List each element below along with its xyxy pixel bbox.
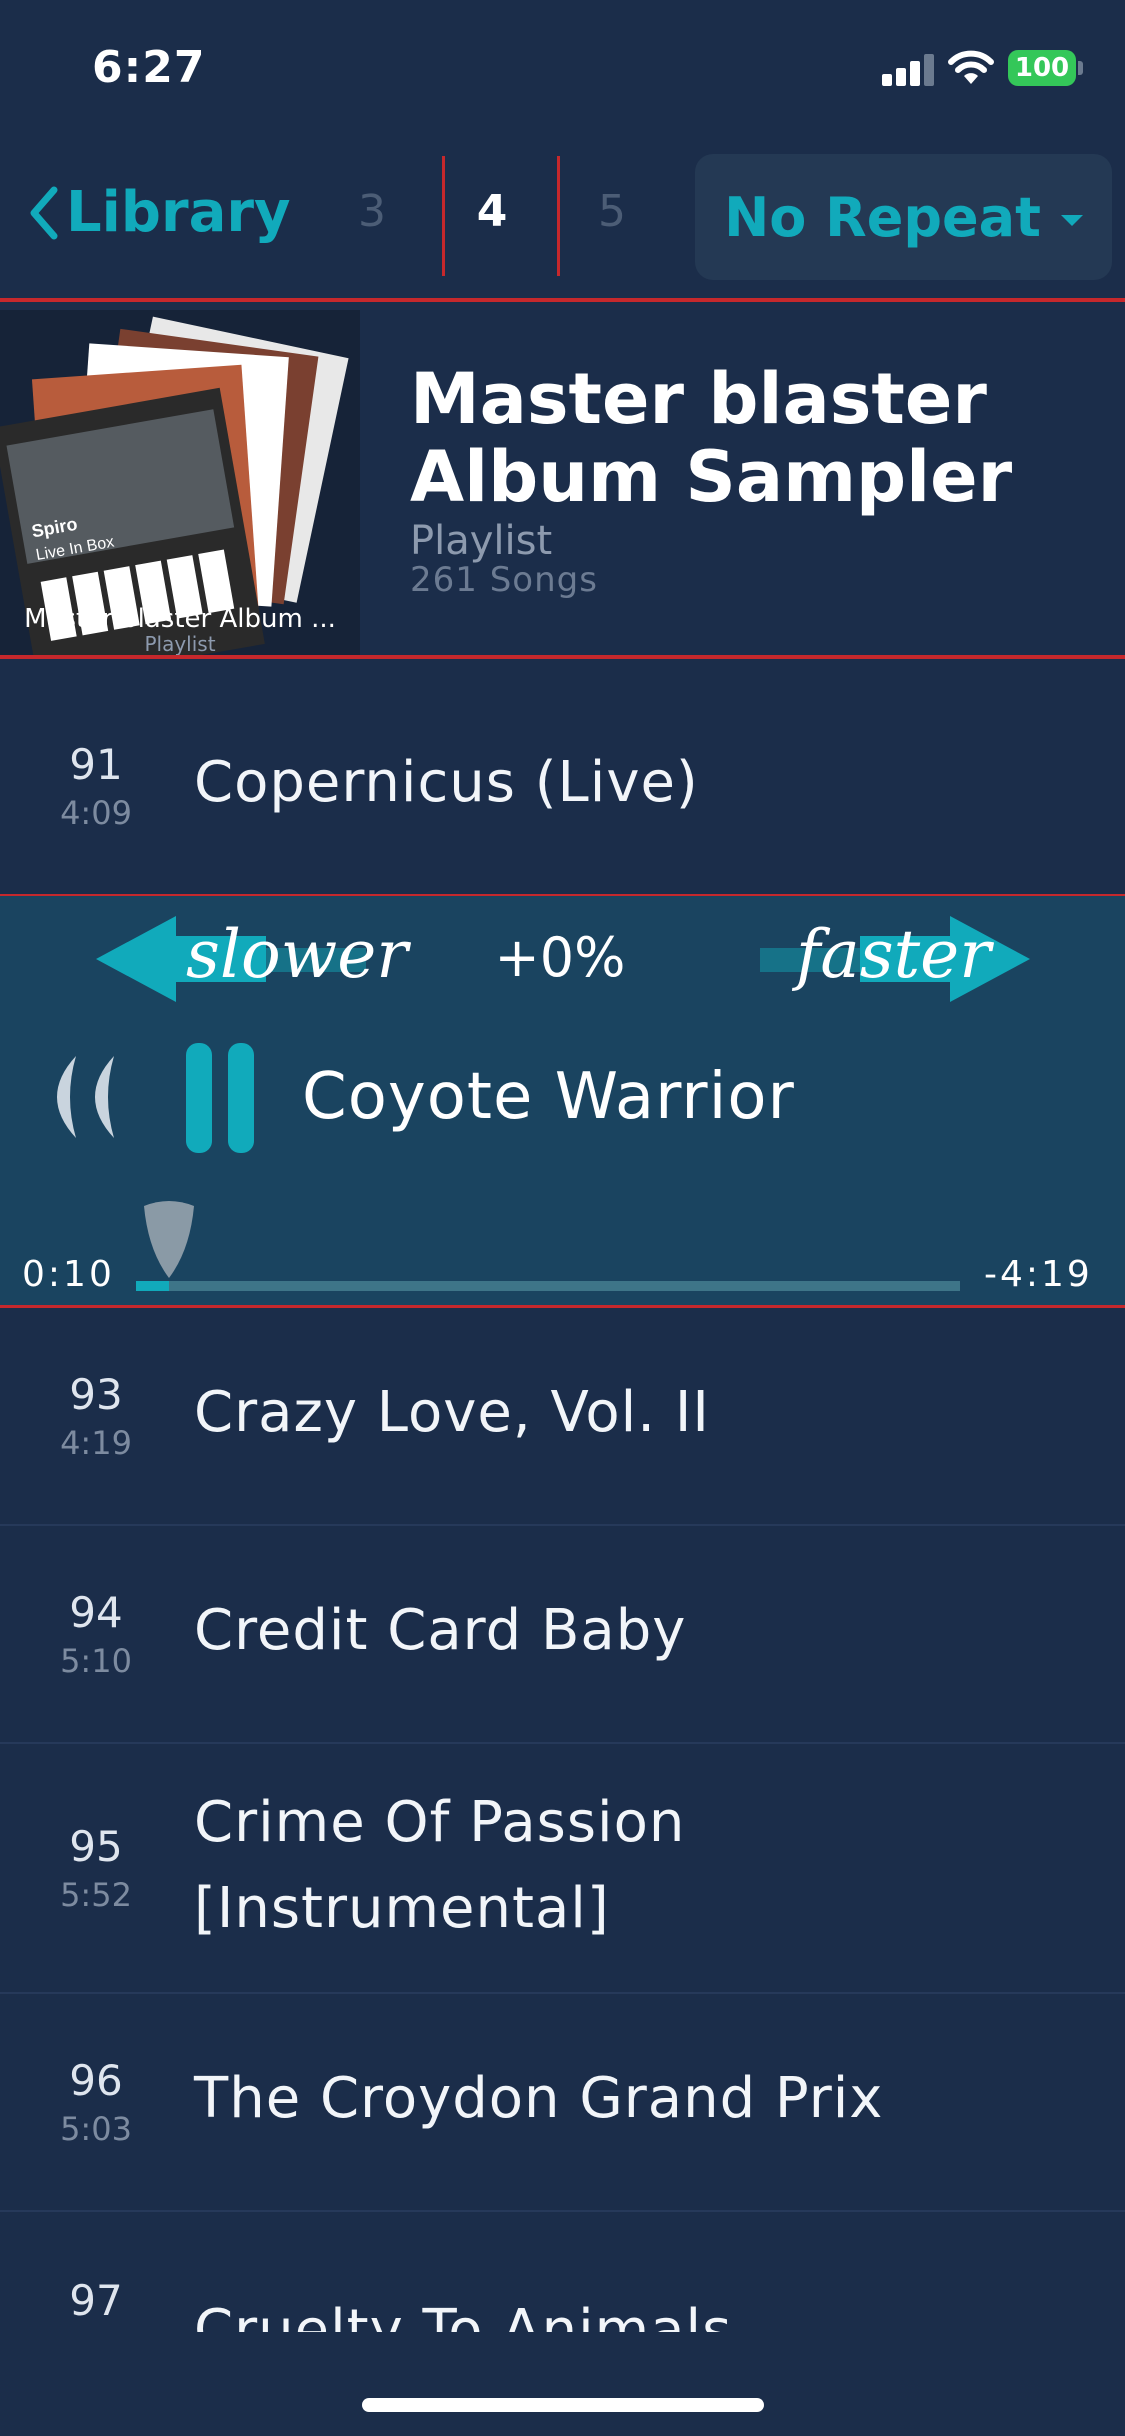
slower-label: slower <box>186 916 408 993</box>
track-number: 97 <box>69 2276 123 2325</box>
header-divider <box>0 298 1125 302</box>
artwork-caption: Master blaster Album ... <box>24 604 336 634</box>
pause-icon-left-bar <box>186 1043 212 1153</box>
now-playing-title: Coyote Warrior <box>302 1060 795 1134</box>
faster-label: faster <box>796 916 991 993</box>
page-3-button[interactable]: 3 <box>342 186 402 237</box>
artwork-caption-sub: Playlist <box>144 632 216 656</box>
track-number: 95 <box>69 1822 123 1871</box>
chevron-left-icon <box>30 186 58 239</box>
pause-icon-right-bar <box>228 1043 254 1153</box>
back-label: Library <box>66 180 291 245</box>
track-duration: 5:10 <box>60 1642 132 1680</box>
track-duration: 4:09 <box>60 794 132 832</box>
track-number: 94 <box>69 1588 123 1637</box>
playlist-title-line2: Album Sampler <box>410 436 1013 518</box>
page-divider <box>557 156 560 276</box>
song-row[interactable]: 94 5:10 Credit Card Baby <box>0 1526 1125 1744</box>
rewind-button[interactable] <box>34 1054 118 1144</box>
track-title-line2: [Instrumental] <box>194 1876 610 1941</box>
track-title: Copernicus (Live) <box>194 750 699 815</box>
cellular-signal-icon <box>882 52 934 86</box>
back-button[interactable]: Library <box>28 180 291 245</box>
repeat-mode-dropdown[interactable]: No Repeat <box>695 154 1112 280</box>
battery-icon: 100 <box>1008 50 1076 86</box>
page-divider <box>442 156 445 276</box>
playlist-kind: Playlist <box>410 518 553 564</box>
track-title: The Croydon Grand Prix <box>194 2066 884 2131</box>
caret-down-icon <box>1060 214 1083 226</box>
track-number: 91 <box>69 740 123 789</box>
wifi-icon <box>948 50 994 90</box>
home-indicator[interactable] <box>362 2398 764 2412</box>
song-row[interactable]: 91 4:09 Copernicus (Live) <box>0 676 1125 896</box>
album-divider <box>0 655 1125 659</box>
track-number: 93 <box>69 1370 123 1419</box>
song-row[interactable]: 93 4:19 Crazy Love, Vol. II <box>0 1308 1125 1526</box>
playlist-title: Master blaster Album Sampler <box>410 360 1110 516</box>
track-title: Credit Card Baby <box>194 1598 687 1663</box>
page-5-button[interactable]: 5 <box>582 186 642 237</box>
track-title: Cruelty To Animals <box>194 2298 733 2332</box>
scrubber-handle[interactable] <box>142 1200 196 1284</box>
status-time: 6:27 <box>92 42 206 93</box>
page-4-button[interactable]: 4 <box>462 186 522 237</box>
track-duration: 4:19 <box>60 1424 132 1462</box>
song-row[interactable]: 97 Cruelty To Animals <box>0 2212 1125 2332</box>
song-row[interactable]: 95 5:52 Crime Of Passion [Instrumental] <box>0 1744 1125 1994</box>
scrubber-pick-icon <box>143 1201 194 1278</box>
remaining-time: -4:19 <box>984 1254 1093 1295</box>
progress-track[interactable] <box>136 1281 960 1291</box>
faster-button[interactable]: faster <box>760 916 1030 1002</box>
pause-button[interactable] <box>186 1043 256 1153</box>
track-duration: 5:03 <box>60 2110 132 2148</box>
rewind-icon <box>57 1056 114 1138</box>
repeat-label: No Repeat <box>724 185 1041 249</box>
track-title: Crime Of Passion [Instrumental] <box>194 1780 685 1952</box>
speed-percent: +0% <box>494 926 626 989</box>
battery-tip <box>1078 61 1083 75</box>
playlist-title-line1: Master blaster <box>410 358 987 440</box>
elapsed-time: 0:10 <box>22 1254 115 1295</box>
slower-button[interactable]: slower <box>96 916 408 1002</box>
playlist-song-count: 261 Songs <box>410 560 598 600</box>
song-row[interactable]: 96 5:03 The Croydon Grand Prix <box>0 1994 1125 2212</box>
track-title-line1: Crime Of Passion <box>194 1790 686 1855</box>
track-title: Crazy Love, Vol. II <box>194 1380 710 1445</box>
track-number: 96 <box>69 2056 123 2105</box>
track-duration: 5:52 <box>60 1876 132 1914</box>
